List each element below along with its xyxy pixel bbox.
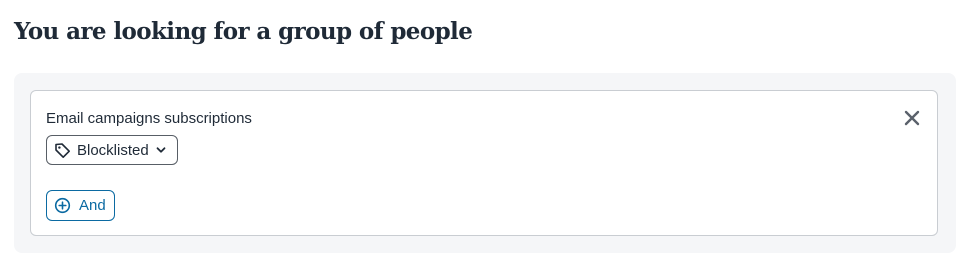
condition-card: Email campaigns subscriptions Blockliste… — [30, 90, 938, 236]
close-icon — [904, 110, 920, 126]
filter-selected-value: Blocklisted — [77, 141, 149, 159]
add-and-condition-button[interactable]: And — [46, 190, 115, 221]
plus-circle-icon — [54, 197, 71, 214]
remove-condition-button[interactable] — [901, 107, 923, 129]
and-button-label: And — [79, 197, 106, 214]
chevron-down-icon — [155, 144, 167, 156]
filter-dropdown[interactable]: Blocklisted — [46, 135, 178, 165]
condition-label: Email campaigns subscriptions — [46, 110, 252, 127]
tag-icon — [54, 142, 71, 159]
page-title: You are looking for a group of people — [14, 18, 473, 45]
